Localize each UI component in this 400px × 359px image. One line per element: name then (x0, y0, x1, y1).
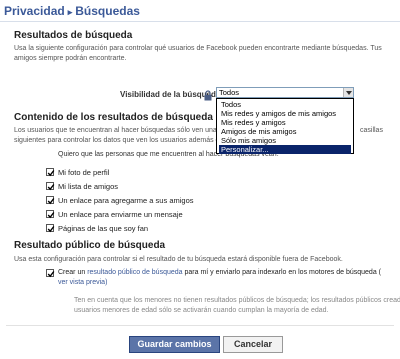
visibility-option-customize[interactable]: Personalizar... (219, 145, 351, 154)
fan-pages-checkbox-label: Páginas de las que soy fan (58, 224, 149, 233)
search-content-description-2: siguientes para controlar los datos que … (14, 137, 232, 144)
search-results-description-1: Usa la siguiente configuración para cont… (14, 45, 382, 52)
friend-list-checkbox[interactable] (46, 182, 55, 191)
search-content-description-1-tail: casillas (360, 127, 383, 134)
save-changes-button[interactable]: Guardar cambios (129, 336, 220, 353)
public-search-label-pre: Crear un (58, 269, 86, 276)
search-content-heading: Contenido de los resultados de búsqueda (14, 112, 213, 123)
search-results-description-2: amigos siempre podrán encontrarte. (14, 55, 127, 62)
minors-note-line-1: Ten en cuenta que los menores no tienen … (74, 297, 400, 304)
public-search-checkbox-label-cont: ver vista previa) (58, 279, 107, 286)
preview-link[interactable]: ver vista previa (58, 279, 105, 286)
cancel-button[interactable]: Cancelar (223, 336, 283, 353)
friend-list-checkbox-label: Mi lista de amigos (58, 182, 119, 191)
public-search-result-link[interactable]: resultado público de búsqueda (87, 269, 182, 276)
minors-note-line-2: usuarios menores de edad sólo se activar… (74, 307, 329, 314)
search-content-description-1: Los usuarios que te encuentran al hacer … (14, 127, 217, 134)
public-search-checkbox[interactable] (46, 269, 55, 278)
breadcrumb-separator-icon: ▸ (67, 7, 73, 17)
visibility-option-everyone[interactable]: Todos (219, 100, 351, 109)
search-visibility-dropdown-list: Todos Mis redes y amigos de mis amigos M… (216, 98, 354, 154)
preview-link-close: ) (105, 279, 108, 286)
lock-icon[interactable] (204, 88, 212, 101)
visibility-option-networks-friends[interactable]: Mis redes y amigos (219, 118, 351, 127)
public-search-checkbox-label: Crear un resultado público de búsqueda p… (58, 269, 381, 276)
profile-photo-checkbox-label: Mi foto de perfil (58, 168, 110, 177)
public-search-label-post: para mí y enviarlo para indexarlo en los… (184, 269, 382, 276)
search-results-heading: Resultados de búsqueda (14, 30, 133, 41)
search-visibility-selected-value: Todos (219, 88, 240, 97)
send-message-link-checkbox-label: Un enlace para enviarme un mensaje (58, 210, 183, 219)
add-friend-link-checkbox-label: Un enlace para agregarme a sus amigos (58, 196, 194, 205)
breadcrumb-privacy-link[interactable]: Privacidad (4, 4, 65, 18)
chevron-down-icon[interactable] (343, 88, 353, 97)
breadcrumb-divider (0, 21, 400, 22)
minors-note: Ten en cuenta que los menores no tienen … (74, 296, 400, 316)
public-search-heading: Resultado público de búsqueda (14, 240, 166, 251)
send-message-link-checkbox[interactable] (46, 210, 55, 219)
profile-photo-checkbox[interactable] (46, 168, 55, 177)
visibility-option-only-friends[interactable]: Sólo mis amigos (219, 136, 351, 145)
visibility-option-friends-of-friends[interactable]: Amigos de mis amigos (219, 127, 351, 136)
footer-divider (6, 325, 394, 326)
public-search-description: Usa esta configuración para controlar si… (14, 256, 343, 263)
breadcrumb-current: Búsquedas (75, 4, 140, 18)
breadcrumb: Privacidad ▸ Búsquedas (4, 4, 140, 18)
fan-pages-checkbox[interactable] (46, 224, 55, 233)
add-friend-link-checkbox[interactable] (46, 196, 55, 205)
visibility-option-networks-friends-of-friends[interactable]: Mis redes y amigos de mis amigos (219, 109, 351, 118)
